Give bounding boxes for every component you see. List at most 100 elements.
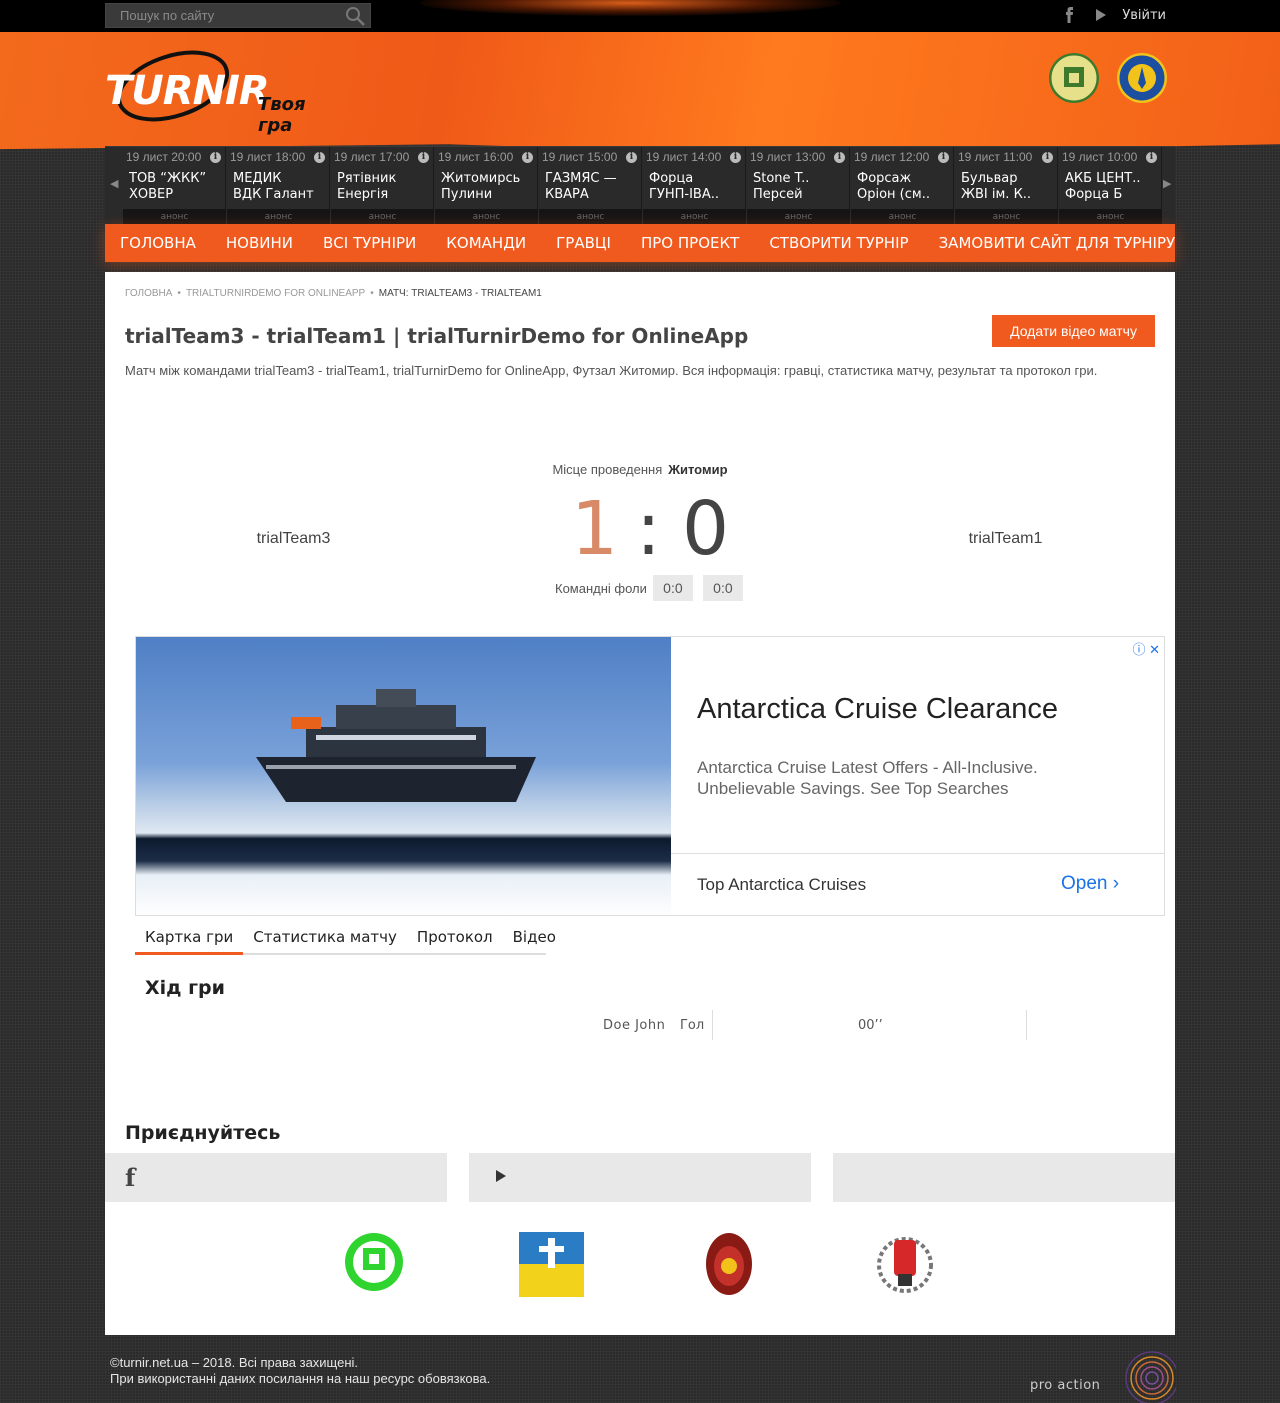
match-status: анонс xyxy=(123,209,226,225)
footer-notice: При використанні даних посилання на наш … xyxy=(110,1371,491,1386)
ship-image xyxy=(256,689,536,802)
ticker-match[interactable]: 19 лист 11:00 i Бульвар ЖВІ ім. К.. анон… xyxy=(955,147,1058,225)
ticker-prev-icon[interactable]: ◀ xyxy=(110,177,120,191)
home-team: ТОВ “ЖКК” xyxy=(129,171,207,186)
ticker-match[interactable]: 19 лист 12:00 i Форсаж Оріон (см.. анонс xyxy=(851,147,954,225)
fortuna-logo[interactable] xyxy=(705,1232,753,1297)
ticker-match[interactable]: 19 лист 15:00 i ГАЗМЯС — КВАРА анонс xyxy=(539,147,642,225)
away-team: Пулини xyxy=(441,187,493,202)
nav-order-site[interactable]: ЗАМОВИТИ САЙТ ДЛЯ ТУРНІРУ xyxy=(924,234,1191,252)
christian-football-league-logo[interactable] xyxy=(519,1232,584,1297)
info-icon[interactable]: i xyxy=(730,152,741,163)
tab-game-card[interactable]: Картка гри xyxy=(135,920,244,955)
venue-value: Житомир xyxy=(668,462,728,477)
page-title: trialTeam3 - trialTeam1 | trialTurnirDem… xyxy=(125,324,749,348)
tab-statistics[interactable]: Статистика матчу xyxy=(243,920,407,955)
info-icon[interactable]: i xyxy=(834,152,845,163)
advertisement[interactable]: ⓘ ✕ Antarctica Cruise Clearance Antarcti… xyxy=(135,636,1165,916)
ad-open-button[interactable]: Open › xyxy=(1061,873,1119,895)
logo-brand: TURNIR xyxy=(105,68,270,114)
match-status: анонс xyxy=(955,209,1058,225)
join-title: Приєднуйтесь xyxy=(125,1122,281,1144)
info-icon[interactable]: i xyxy=(1042,152,1053,163)
ticker-match[interactable]: 19 лист 14:00 i Форца ГУНП-ІВА.. анонс xyxy=(643,147,746,225)
add-video-button[interactable]: Додати відео матчу xyxy=(992,315,1155,347)
youtube-icon[interactable] xyxy=(1092,7,1108,23)
event-divider xyxy=(1026,1010,1027,1040)
match-status: анонс xyxy=(435,209,538,225)
nav-news[interactable]: НОВИНИ xyxy=(211,234,308,252)
info-icon[interactable]: i xyxy=(314,152,325,163)
breadcrumb-tournament[interactable]: trialTurnirDemo for OnlineApp xyxy=(186,288,365,299)
nav-players[interactable]: ГРАВЦІ xyxy=(541,234,626,252)
event-player[interactable]: Doe John xyxy=(603,1018,665,1033)
top-bar: Увійти xyxy=(0,0,1280,32)
ticker-match[interactable]: 19 лист 16:00 i Житомирсь Пулини анонс xyxy=(435,147,538,225)
match-status: анонс xyxy=(851,209,954,225)
info-icon[interactable]: i xyxy=(210,152,221,163)
ticker-next-icon[interactable]: ▶ xyxy=(1163,177,1173,191)
nav-about[interactable]: ПРО ПРОЕКТ xyxy=(626,234,754,252)
home-team: Stone T.. xyxy=(753,171,810,186)
ad-choices-icon[interactable]: ⓘ ✕ xyxy=(1132,639,1160,658)
facebook-icon[interactable] xyxy=(1062,7,1078,23)
fouls-label: Командні фоли xyxy=(555,580,647,596)
match-time: 19 лист 13:00 xyxy=(750,150,826,164)
match-time: 19 лист 10:00 xyxy=(1062,150,1138,164)
away-team: ГУНП-ІВА.. xyxy=(649,187,720,202)
info-icon[interactable]: i xyxy=(1146,152,1157,163)
zhytomyr-futsal-logo[interactable] xyxy=(344,1232,404,1292)
fist-emblem-logo[interactable] xyxy=(876,1232,934,1294)
developer-logo[interactable]: pro action xyxy=(1030,1378,1100,1393)
info-icon[interactable]: i xyxy=(418,152,429,163)
ad-headline[interactable]: Antarctica Cruise Clearance xyxy=(697,693,1058,726)
youtube-icon[interactable] xyxy=(496,1170,506,1182)
event-minute: 00’’ xyxy=(858,1018,883,1033)
social-join-box[interactable] xyxy=(833,1153,1175,1202)
main-content: Головна • trialTurnirDemo for OnlineApp • Ма… xyxy=(105,272,1175,1335)
search-input[interactable] xyxy=(106,4,336,27)
facebook-icon[interactable]: f xyxy=(125,1163,135,1192)
nav-teams[interactable]: КОМАНДИ xyxy=(431,234,541,252)
footer: ©turnir.net.ua – 2018. Всі права захищен… xyxy=(110,1355,490,1387)
match-time: 19 лист 16:00 xyxy=(438,150,514,164)
ukraine-futsal-association-logo[interactable] xyxy=(1117,53,1167,103)
ticker-match[interactable]: 19 лист 17:00 i Рятівник Енергія анонс xyxy=(331,147,434,225)
score-separator: : xyxy=(636,486,661,572)
ticker-match[interactable]: 19 лист 10:00 i АКБ ЦЕНТ.. Форца Б анонс xyxy=(1059,147,1162,225)
youtube-join-box[interactable] xyxy=(469,1153,811,1202)
ad-open-label[interactable]: Open xyxy=(1061,873,1107,894)
away-team: Оріон (см.. xyxy=(857,187,930,202)
footer-copyright: ©turnir.net.ua – 2018. Всі права захищен… xyxy=(110,1355,359,1370)
ticker-match[interactable]: 19 лист 18:00 i МЕДИК ВДК Галант анонс xyxy=(227,147,330,225)
tab-protocol[interactable]: Протокол xyxy=(407,920,503,955)
home-team-name[interactable]: trialTeam3 xyxy=(205,530,382,548)
ticker-match[interactable]: 19 лист 20:00 i ТОВ “ЖКК” ХОВЕР анонс xyxy=(123,147,226,225)
search-box[interactable] xyxy=(105,3,371,28)
login-link[interactable]: Увійти xyxy=(1122,8,1166,23)
ad-bottom-text[interactable]: Top Antarctica Cruises xyxy=(697,875,866,895)
away-team-name[interactable]: trialTeam1 xyxy=(917,530,1094,548)
ad-body[interactable]: Antarctica Cruise Latest Offers - All-In… xyxy=(697,757,1117,799)
away-team: ЖВІ ім. К.. xyxy=(961,187,1032,202)
logo-slogan: Твоя гра xyxy=(258,94,306,136)
info-icon[interactable]: i xyxy=(938,152,949,163)
nav-tournaments[interactable]: ВСІ ТУРНІРИ xyxy=(308,234,431,252)
info-icon[interactable]: i xyxy=(522,152,533,163)
info-icon[interactable]: i xyxy=(626,152,637,163)
nav-create-tournament[interactable]: СТВОРИТИ ТУРНІР xyxy=(754,234,923,252)
search-icon[interactable] xyxy=(344,6,366,26)
facebook-join-box[interactable]: f xyxy=(105,1153,447,1202)
ticker-match[interactable]: 19 лист 13:00 i Stone T.. Персей анонс xyxy=(747,147,850,225)
tab-video[interactable]: Відео xyxy=(503,920,566,955)
breadcrumb-home[interactable]: Головна xyxy=(125,288,172,299)
zhytomyr-futsal-association-logo[interactable] xyxy=(1049,53,1099,103)
ad-bottom-bar[interactable]: Top Antarctica Cruises Open › xyxy=(671,853,1164,915)
site-logo[interactable]: TURNIR Твоя гра xyxy=(105,50,345,136)
ad-image[interactable] xyxy=(136,637,671,915)
main-nav: ГОЛОВНА НОВИНИ ВСІ ТУРНІРИ КОМАНДИ ГРАВЦ… xyxy=(105,224,1175,262)
home-team: Форсаж xyxy=(857,171,912,186)
match-status: анонс xyxy=(747,209,850,225)
match-time: 19 лист 12:00 xyxy=(854,150,930,164)
nav-home[interactable]: ГОЛОВНА xyxy=(105,234,211,252)
